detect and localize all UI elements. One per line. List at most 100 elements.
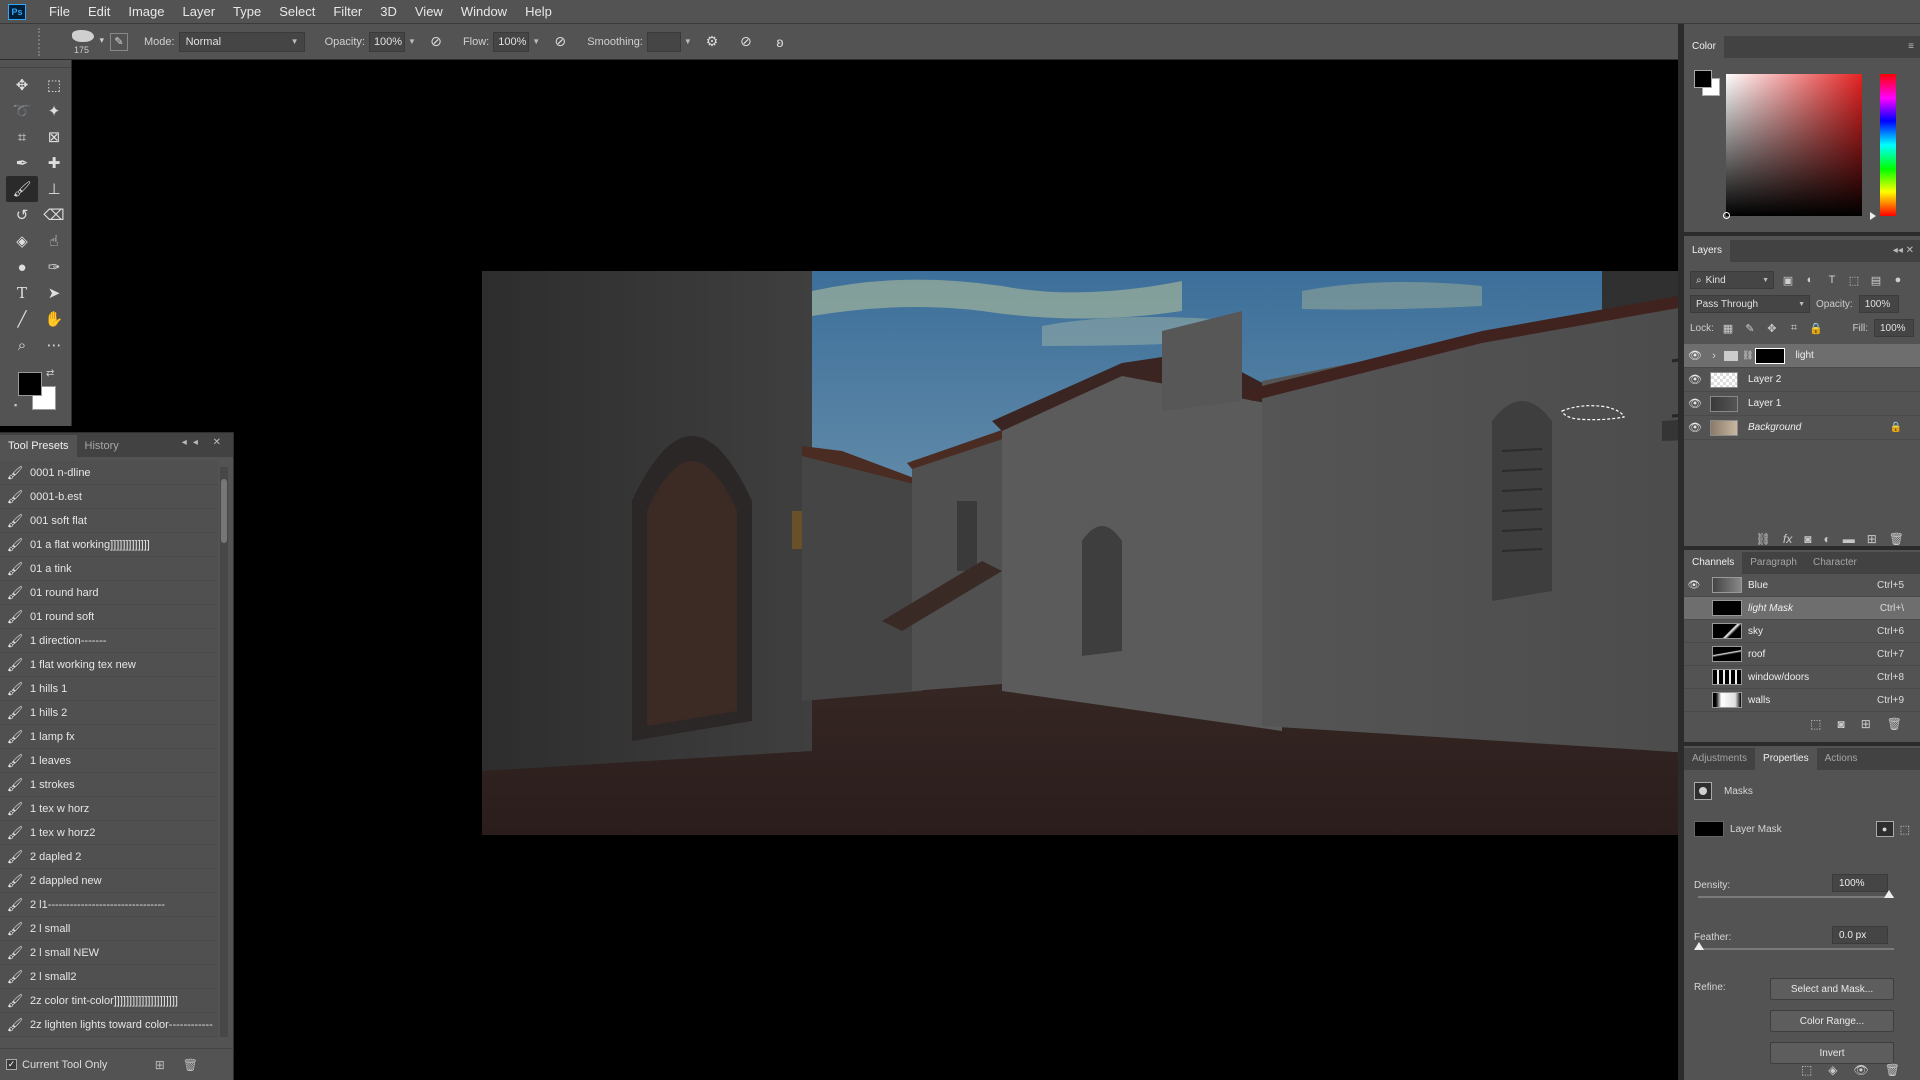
filter-smart-object-icon[interactable]: ▤ [1868,274,1884,287]
panel-menu-icon[interactable]: ≡ [1908,41,1914,52]
tab-properties[interactable]: Properties [1755,748,1817,770]
tool-preset-item[interactable]: 🖌 1 hills 1 [0,677,218,701]
healing-brush-tool-icon[interactable]: ✚ [38,150,70,176]
clone-stamp-tool-icon[interactable]: ⊥ [38,176,70,202]
tool-preset-item[interactable]: 🖌 1 tex w horz [0,797,218,821]
tool-preset-item[interactable]: 🖌 2 l small [0,917,218,941]
tab-character[interactable]: Character [1805,552,1865,574]
opacity-input[interactable]: 100% [368,31,405,52]
tab-history[interactable]: History [77,435,127,457]
tool-preset-item[interactable]: 🖌 1 hills 2 [0,701,218,725]
blend-mode-select[interactable]: Pass Through ▼ [1690,295,1810,313]
path-selection-tool-icon[interactable]: ➤ [38,280,70,306]
symmetry-icon[interactable]: ʚ [769,31,791,53]
tool-preset-item[interactable]: 🖌 2 dapled 2 [0,845,218,869]
tools-panel-grip[interactable] [0,60,71,68]
lock-transparent-icon[interactable]: ▦ [1720,322,1736,335]
crop-tool-icon[interactable]: ⌗ [6,124,38,150]
tab-adjustments[interactable]: Adjustments [1684,748,1755,770]
layer-opacity-input[interactable]: 100% [1858,295,1899,313]
channel-row-roof[interactable]: roof Ctrl+7 [1684,643,1920,666]
channel-row-sky[interactable]: sky Ctrl+6 [1684,620,1920,643]
tool-preset-item[interactable]: 🖌 1 flat working tex new [0,653,218,677]
move-tool-icon[interactable]: ✥ [6,72,38,98]
smoothing-input[interactable] [646,31,681,52]
layer-row-layer-2[interactable]: 👁 Layer 2 [1684,368,1920,392]
menu-file[interactable]: File [40,0,79,24]
trash-icon[interactable]: 🗑 [1889,532,1904,546]
filter-toggle-icon[interactable]: ● [1890,274,1906,286]
tool-preset-item[interactable]: 🖌 01 round soft [0,605,218,629]
eye-icon[interactable]: 👁 [1684,421,1706,434]
airbrush-icon[interactable]: ⊘ [549,31,571,53]
frame-tool-icon[interactable]: ⊠ [38,124,70,150]
tool-preset-item[interactable]: 🖌 001 soft flat [0,509,218,533]
tab-channels[interactable]: Channels [1684,552,1743,574]
mask-link-icon[interactable]: ⛓ [1742,350,1753,361]
lock-artboard-icon[interactable]: ⌗ [1786,322,1802,335]
add-mask-icon[interactable]: ◙ [1804,532,1811,546]
current-tool-only-checkbox[interactable]: ✓ [6,1059,17,1070]
smudge-tool-icon[interactable]: ☝ [38,228,70,254]
lock-image-icon[interactable]: ✎ [1742,322,1758,335]
link-layers-icon[interactable]: ⛓ [1756,532,1771,546]
channel-row-walls[interactable]: walls Ctrl+9 [1684,689,1920,712]
menu-type[interactable]: Type [224,0,270,24]
hand-tool-icon[interactable]: ✋ [38,306,70,332]
layer-mask-thumbnail[interactable] [1755,347,1786,364]
filter-adjustment-icon[interactable]: ◐ [1802,274,1818,286]
trash-icon[interactable]: 🗑 [1887,717,1902,731]
layer-row-light[interactable]: 👁 › ⛓ light [1684,344,1920,368]
tool-preset-item[interactable]: 🖌 0001-b.est [0,485,218,509]
document-canvas[interactable] [234,60,1818,1080]
tool-preset-item[interactable]: 🖌 1 lamp fx [0,725,218,749]
density-slider-track[interactable] [1698,896,1894,898]
tool-preset-item[interactable]: 🖌 1 tex w horz2 [0,821,218,845]
select-pixel-mask-icon[interactable]: ● [1875,821,1894,837]
artwork-image[interactable] [482,271,1818,835]
save-selection-icon[interactable]: ◙ [1837,717,1844,731]
eye-icon[interactable]: 👁 [1684,349,1706,362]
color-picker-handle[interactable] [1723,212,1730,219]
saturation-value-picker[interactable] [1723,74,1862,219]
gear-icon[interactable]: ⚙ [701,31,723,53]
layer-row-layer-1[interactable]: 👁 Layer 1 [1684,392,1920,416]
hue-slider-handle[interactable] [1870,212,1876,220]
mode-select[interactable]: Normal ▼ [178,31,305,52]
density-slider-handle[interactable] [1884,890,1894,898]
channel-row-blue[interactable]: 👁 Blue Ctrl+5 [1684,574,1920,597]
load-selection-icon[interactable]: ⬚ [1801,1063,1812,1077]
foreground-color-swatch[interactable] [18,372,42,396]
zoom-tool-icon[interactable]: ⌕ [6,332,38,358]
line-tool-icon[interactable]: ╱ [6,306,38,332]
channel-row-window-doors[interactable]: window/doors Ctrl+8 [1684,666,1920,689]
pressure-opacity-icon[interactable]: ⊘ [425,31,447,53]
lock-position-icon[interactable]: ✥ [1764,322,1780,335]
layer-filter-select[interactable]: ⌕ Kind ▼ [1690,271,1774,289]
dodge-tool-icon[interactable]: ● [6,254,38,280]
tool-preset-item[interactable]: 🖌 01 a tink [0,557,218,581]
menu-image[interactable]: Image [119,0,173,24]
scrollbar-thumb[interactable] [221,479,227,543]
hue-slider[interactable] [1880,74,1896,216]
tab-paragraph[interactable]: Paragraph [1742,552,1805,574]
history-brush-tool-icon[interactable]: ↺ [6,202,38,228]
swap-colors-icon[interactable]: ⇄ [46,368,54,379]
tab-layers[interactable]: Layers [1684,240,1731,262]
channel-row-light-mask[interactable]: light Mask Ctrl+\ [1684,597,1920,620]
layer-fill-input[interactable]: 100% [1874,319,1914,337]
tool-preset-item[interactable]: 🖌 01 a flat working]]]]]]]]]]]]] [0,533,218,557]
tool-preset-item[interactable]: 🖌 2 l1-------------------------------- [0,893,218,917]
feather-slider-track[interactable] [1698,948,1894,950]
flow-dropdown-icon[interactable]: ▼ [529,32,543,52]
menu-view[interactable]: View [406,0,452,24]
magic-wand-tool-icon[interactable]: ✦ [38,98,70,124]
new-channel-icon[interactable]: ⊞ [1861,717,1871,731]
menu-3d[interactable]: 3D [371,0,406,24]
load-selection-icon[interactable]: ⬚ [1810,717,1821,731]
filter-type-icon[interactable]: T [1824,274,1840,286]
tool-preset-item[interactable]: 🖌 1 leaves [0,749,218,773]
tool-preset-item[interactable]: 🖌 01 round hard [0,581,218,605]
pressure-size-icon[interactable]: ⊘ [735,31,757,53]
tool-presets-scrollbar[interactable] [220,467,228,1037]
